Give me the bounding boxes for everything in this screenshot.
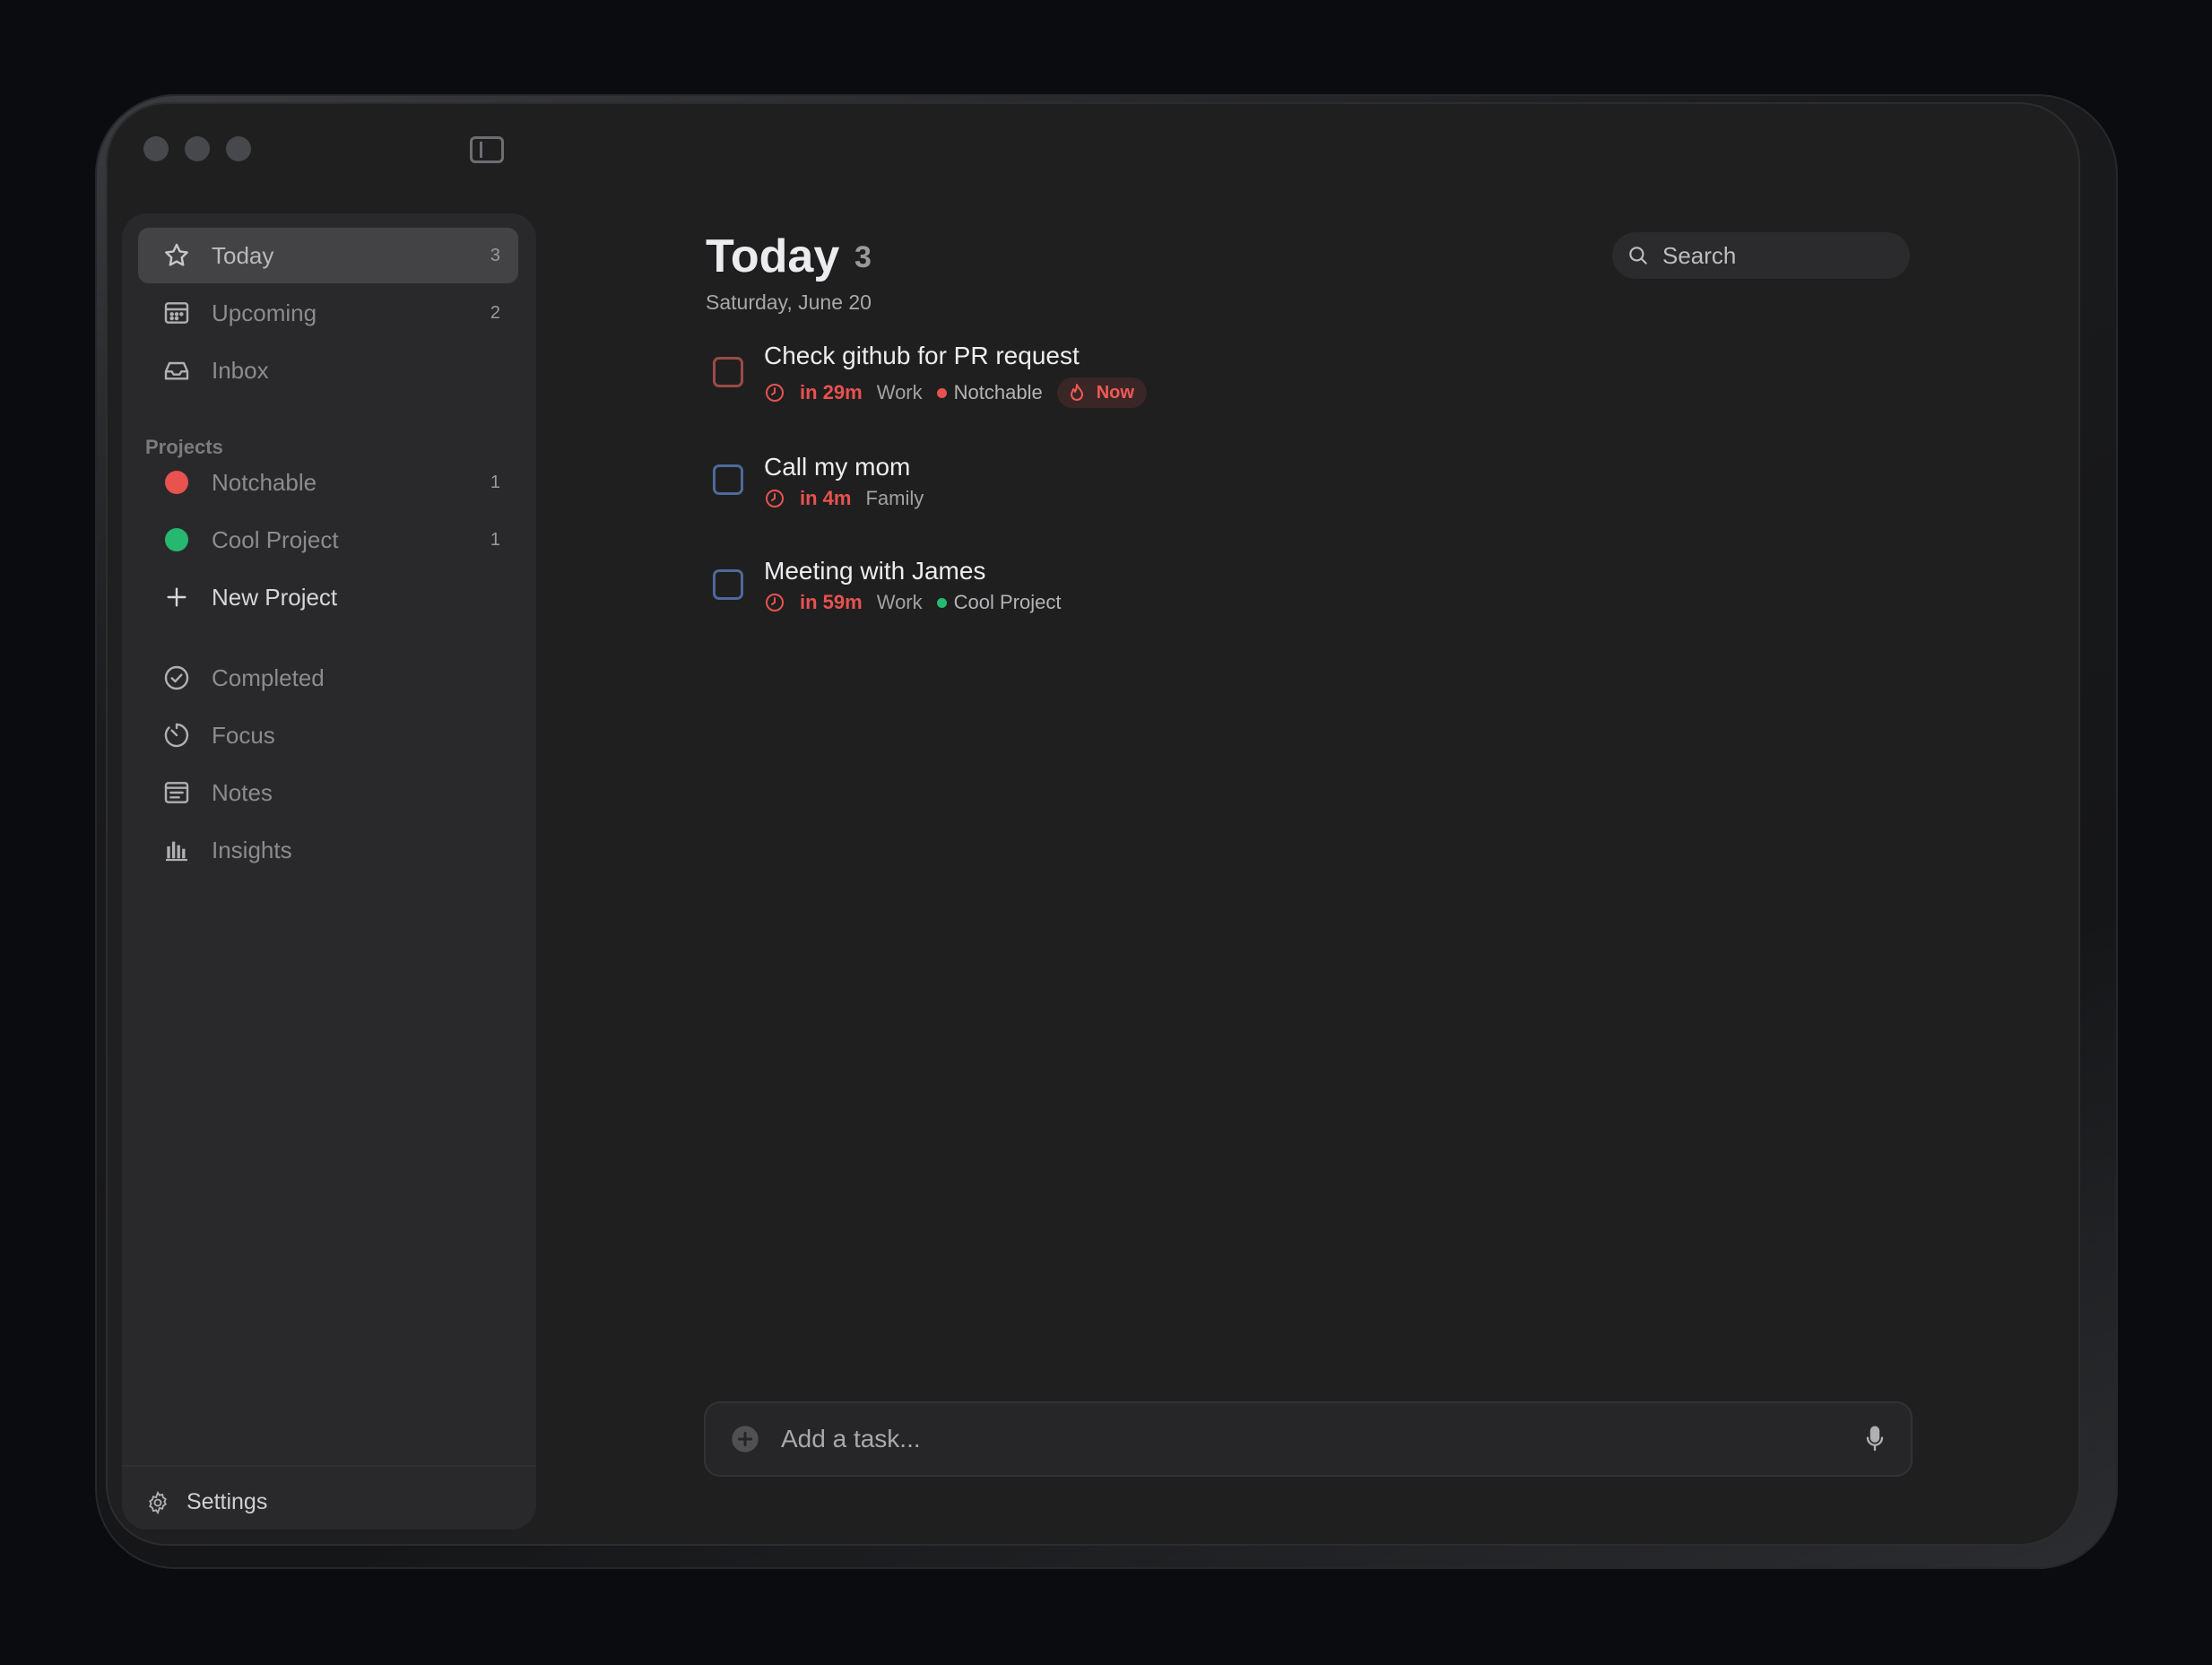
sidebar-item-count: 2 [490, 302, 500, 323]
gear-icon [149, 1490, 167, 1514]
sidebar-item-label: Completed [212, 663, 325, 691]
sidebar-item-inbox[interactable]: Inbox [138, 343, 518, 398]
settings-label: Settings [187, 1489, 268, 1514]
new-project-button[interactable]: New Project [138, 569, 518, 625]
task-meta: in 4m Family [764, 487, 938, 510]
task-title[interactable]: Call my mom [764, 453, 910, 481]
add-task-input[interactable] [779, 1424, 1814, 1454]
flame-icon [1070, 384, 1083, 401]
minimize-window-button[interactable] [185, 136, 210, 161]
task-tag: Family [865, 487, 924, 509]
task-project: Cool Project [953, 591, 1062, 613]
project-dot [936, 387, 947, 398]
sidebar-item-notes[interactable]: Notes [138, 765, 518, 820]
task-due: in 59m [800, 591, 863, 613]
timer-icon [161, 720, 192, 750]
clock-icon [766, 490, 784, 507]
sidebar-item-cool-project[interactable]: Cool Project 1 [138, 512, 518, 568]
notes-icon [161, 777, 192, 808]
now-badge: Now [1056, 377, 1147, 408]
task-project: Notchable [953, 381, 1043, 403]
sidebar-item-label: Insights [212, 836, 292, 863]
task-checkbox[interactable] [713, 357, 743, 387]
star-icon [161, 240, 192, 271]
zoom-window-button[interactable] [226, 136, 251, 161]
sidebar-toggle-icon[interactable] [470, 136, 504, 163]
new-project-label: New Project [212, 583, 338, 611]
settings-button[interactable]: Settings [145, 1489, 267, 1515]
sidebar-item-count: 3 [490, 245, 500, 265]
page-title: Today [706, 230, 840, 282]
sidebar-item-label: Inbox [212, 356, 269, 384]
sidebar-divider [122, 1465, 536, 1467]
clock-icon [766, 384, 784, 402]
clock-icon [766, 594, 784, 611]
page-date: Saturday, June 20 [706, 291, 872, 314]
task-title[interactable]: Meeting with James [764, 557, 985, 585]
project-color-dot [161, 467, 192, 498]
task-due: in 4m [800, 487, 852, 509]
sidebar-item-upcoming[interactable]: Upcoming 2 [138, 285, 518, 341]
app-window: Today 3 Upcoming 2 Inbox Projects Notcha… [108, 104, 2078, 1544]
task-title[interactable]: Check github for PR request [764, 342, 1080, 370]
sidebar-item-today[interactable]: Today 3 [138, 228, 518, 283]
search-icon [1629, 247, 1647, 264]
project-color-dot [161, 525, 192, 555]
sidebar: Today 3 Upcoming 2 Inbox Projects Notcha… [122, 213, 536, 1530]
project-dot [936, 597, 947, 608]
task-tag: Work [876, 381, 923, 403]
sidebar-item-label: Notes [212, 778, 273, 806]
task-tag: Work [876, 591, 923, 613]
task-checkbox[interactable] [713, 464, 743, 495]
task-checkbox[interactable] [713, 569, 743, 600]
inbox-icon [161, 355, 192, 386]
search-input[interactable]: Search [1612, 232, 1910, 279]
sidebar-item-completed[interactable]: Completed [138, 650, 518, 706]
plus-icon [161, 582, 192, 612]
sidebar-item-label: Cool Project [212, 525, 339, 553]
bar-chart-icon [161, 835, 192, 865]
task-due: in 29m [800, 381, 863, 403]
sidebar-item-insights[interactable]: Insights [138, 822, 518, 878]
calendar-icon [161, 298, 192, 328]
check-circle-icon [161, 663, 192, 693]
sidebar-item-count: 1 [490, 472, 500, 492]
sidebar-item-label: Notchable [212, 468, 317, 496]
sidebar-item-label: Today [212, 241, 274, 269]
task-meta: in 59m Work Cool Project [764, 591, 1075, 614]
sidebar-item-notchable[interactable]: Notchable 1 [138, 455, 518, 510]
sidebar-item-count: 1 [490, 529, 500, 550]
page-title-count: 3 [854, 240, 872, 274]
add-task-bar[interactable] [706, 1403, 1911, 1475]
sidebar-item-label: Focus [212, 721, 275, 749]
sidebar-item-label: Upcoming [212, 299, 317, 326]
microphone-icon[interactable] [1864, 1425, 1886, 1453]
sidebar-item-focus[interactable]: Focus [138, 707, 518, 763]
now-badge-label: Now [1096, 382, 1134, 403]
task-meta: in 29m Work Notchable Now [764, 377, 1147, 408]
add-circle-icon[interactable] [731, 1425, 759, 1453]
search-placeholder: Search [1662, 241, 1737, 269]
close-window-button[interactable] [143, 136, 169, 161]
